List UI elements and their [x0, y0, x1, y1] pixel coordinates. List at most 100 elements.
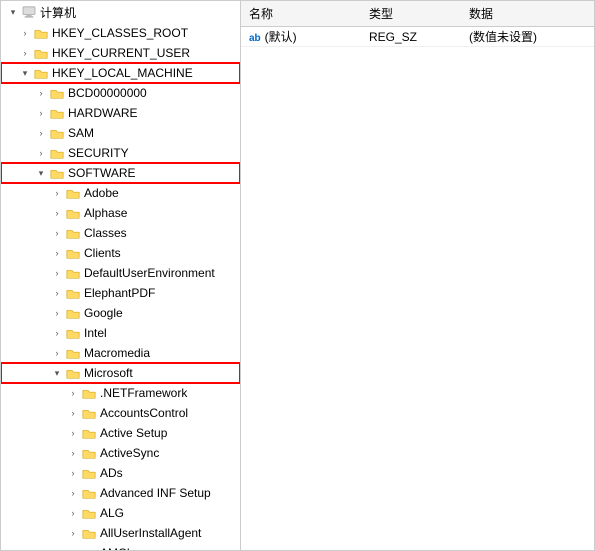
tree-item-ads[interactable]: ADs [1, 463, 240, 483]
registry-tree[interactable]: 计算机 HKEY_CLASSES_ROOT HKEY_CURRENT_USER … [1, 1, 241, 550]
folder-icon-software [49, 166, 65, 180]
folder-icon-hardware [49, 106, 65, 120]
arrow-alluserinstallagent [65, 528, 81, 538]
arrow-elephantpdf [49, 288, 65, 298]
arrow-accountscontrol [65, 408, 81, 418]
tree-item-netframework[interactable]: .NETFramework [1, 383, 240, 403]
folder-icon-advanced-inf-setup [81, 486, 97, 500]
col-header-type: 类型 [361, 3, 461, 24]
arrow-microsoft [49, 368, 65, 379]
label-classes: Classes [84, 226, 127, 240]
arrow-intel [49, 328, 65, 338]
label-alg: ALG [100, 506, 124, 520]
label-ads: ADs [100, 466, 123, 480]
label-intel: Intel [84, 326, 107, 340]
label-advanced-inf-setup: Advanced INF Setup [100, 486, 211, 500]
tree-item-adobe[interactable]: Adobe [1, 183, 240, 203]
cell-type-default: REG_SZ [361, 30, 461, 44]
label-elephantpdf: ElephantPDF [84, 286, 155, 300]
folder-icon-amci [81, 546, 97, 550]
folder-icon-ads [81, 466, 97, 480]
label-activesync: ActiveSync [100, 446, 159, 460]
tree-item-software[interactable]: SOFTWARE [1, 163, 240, 183]
label-netframework: .NETFramework [100, 386, 187, 400]
tree-item-activesync[interactable]: ActiveSync [1, 443, 240, 463]
tree-item-microsoft[interactable]: Microsoft [1, 363, 240, 383]
tree-item-defaultuserenvironment[interactable]: DefaultUserEnvironment [1, 263, 240, 283]
arrow-active-setup [65, 428, 81, 438]
folder-icon-google [65, 306, 81, 320]
ab-icon: ab [249, 33, 261, 44]
tree-item-classes[interactable]: Classes [1, 223, 240, 243]
registry-values-panel: 名称 类型 数据 ab(默认) REG_SZ (数值未设置) [241, 1, 594, 550]
registry-editor: 计算机 HKEY_CLASSES_ROOT HKEY_CURRENT_USER … [0, 0, 595, 551]
label-accountscontrol: AccountsControl [100, 406, 188, 420]
tree-item-amci[interactable]: AMCI [1, 543, 240, 550]
tree-item-bcd[interactable]: BCD00000000 [1, 83, 240, 103]
tree-item-alphase[interactable]: Alphase [1, 203, 240, 223]
arrow-bcd [33, 88, 49, 98]
tree-item-security[interactable]: SECURITY [1, 143, 240, 163]
folder-icon-active-setup [81, 426, 97, 440]
folder-icon-classes [65, 226, 81, 240]
tree-item-macromedia[interactable]: Macromedia [1, 343, 240, 363]
folder-icon-hkey-local-machine [33, 66, 49, 80]
values-list[interactable]: ab(默认) REG_SZ (数值未设置) [241, 27, 594, 550]
tree-item-alg[interactable]: ALG [1, 503, 240, 523]
computer-expand-arrow [5, 7, 21, 18]
label-bcd: BCD00000000 [68, 86, 147, 100]
tree-item-hardware[interactable]: HARDWARE [1, 103, 240, 123]
arrow-macromedia [49, 348, 65, 358]
tree-item-elephantpdf[interactable]: ElephantPDF [1, 283, 240, 303]
tree-item-hkey-current-user[interactable]: HKEY_CURRENT_USER [1, 43, 240, 63]
folder-icon-bcd [49, 86, 65, 100]
arrow-alphase [49, 208, 65, 218]
tree-item-hkey-classes-root[interactable]: HKEY_CLASSES_ROOT [1, 23, 240, 43]
folder-icon-alluserinstallagent [81, 526, 97, 540]
label-macromedia: Macromedia [84, 346, 150, 360]
cell-name-default: ab(默认) [241, 28, 361, 45]
folder-icon-accountscontrol [81, 406, 97, 420]
folder-icon-macromedia [65, 346, 81, 360]
arrow-sam [33, 128, 49, 138]
folder-icon-clients [65, 246, 81, 260]
label-hardware: HARDWARE [68, 106, 138, 120]
data-row-default[interactable]: ab(默认) REG_SZ (数值未设置) [241, 27, 594, 47]
label-sam: SAM [68, 126, 94, 140]
cell-data-default: (数值未设置) [461, 28, 594, 45]
folder-icon-adobe [65, 186, 81, 200]
folder-icon-hkey-classes-root [33, 26, 49, 40]
arrow-hkey-current-user [17, 48, 33, 58]
tree-item-accountscontrol[interactable]: AccountsControl [1, 403, 240, 423]
arrow-hardware [33, 108, 49, 118]
arrow-security [33, 148, 49, 158]
tree-item-intel[interactable]: Intel [1, 323, 240, 343]
folder-icon-hkey-current-user [33, 46, 49, 60]
arrow-classes [49, 228, 65, 238]
tree-item-advanced-inf-setup[interactable]: Advanced INF Setup [1, 483, 240, 503]
computer-root-item[interactable]: 计算机 [1, 1, 240, 23]
tree-item-sam[interactable]: SAM [1, 123, 240, 143]
folder-icon-microsoft [65, 366, 81, 380]
folder-icon-activesync [81, 446, 97, 460]
folder-icon-elephantpdf [65, 286, 81, 300]
label-security: SECURITY [68, 146, 129, 160]
arrow-hkey-classes-root [17, 28, 33, 38]
tree-item-google[interactable]: Google [1, 303, 240, 323]
label-microsoft: Microsoft [84, 366, 133, 380]
label-hkey-current-user: HKEY_CURRENT_USER [52, 46, 190, 60]
tree-item-alluserinstallagent[interactable]: AllUserInstallAgent [1, 523, 240, 543]
label-active-setup: Active Setup [100, 426, 167, 440]
arrow-software [33, 168, 49, 179]
label-hkey-local-machine: HKEY_LOCAL_MACHINE [52, 66, 193, 80]
tree-item-clients[interactable]: Clients [1, 243, 240, 263]
folder-icon-security [49, 146, 65, 160]
label-google: Google [84, 306, 123, 320]
values-header: 名称 类型 数据 [241, 1, 594, 27]
tree-item-hkey-local-machine[interactable]: HKEY_LOCAL_MACHINE [1, 63, 240, 83]
tree-item-active-setup[interactable]: Active Setup [1, 423, 240, 443]
label-hkey-classes-root: HKEY_CLASSES_ROOT [52, 26, 188, 40]
arrow-alg [65, 508, 81, 518]
folder-icon-alphase [65, 206, 81, 220]
arrow-defaultuserenvironment [49, 268, 65, 278]
